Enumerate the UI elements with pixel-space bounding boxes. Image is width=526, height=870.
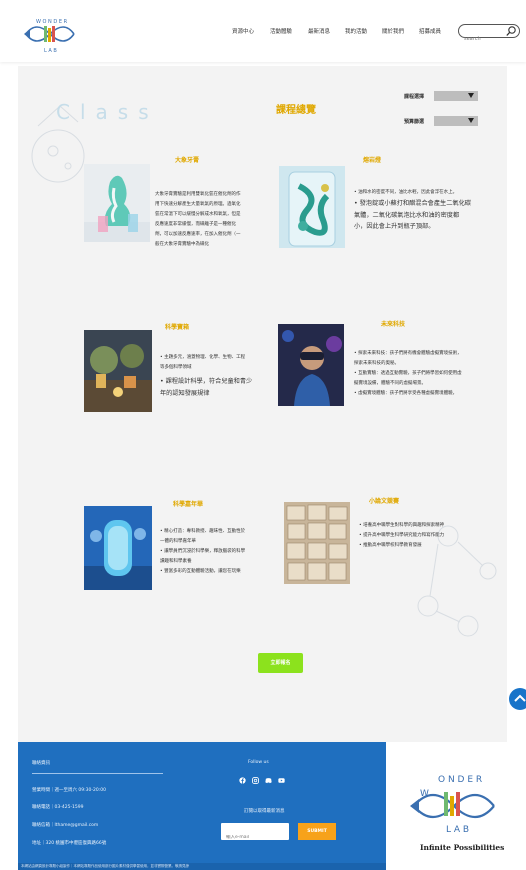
slogan: Infinite Possibilities — [420, 843, 505, 852]
desc-line: 年的認知發展規律 — [160, 389, 210, 397]
desc-line: • 豐富多彩的互動體驗活動，讓您在玩樂 — [160, 569, 241, 574]
search-input[interactable] — [464, 34, 504, 44]
desc-line: • 油和水的密度不同，油比水輕，因此會浮在水上。 — [354, 190, 458, 195]
logo-text-wonder: W O N D E R — [36, 19, 68, 25]
page-title: 課程總覽 — [276, 105, 316, 116]
course-description: 大象牙膏實驗是利用雙氧化氫在催化劑的作 用下快速分解產生大量氧氣的原理。過氧化 … — [155, 190, 285, 250]
course-title[interactable]: 科學寶箱 — [165, 322, 189, 331]
chevron-down-icon — [468, 118, 474, 123]
desc-line: 一體的科學嘉年華 — [160, 539, 196, 544]
nav-news[interactable]: 最新消息 — [308, 27, 330, 35]
email-field[interactable] — [221, 823, 289, 840]
desc-line: • 課程設計科學，符合兒童和青少 — [160, 378, 253, 385]
contact-hours: 營業時間｜週一至周六 09:30-20:00 — [32, 788, 106, 793]
site-header: W O N D E R L A B 資源中心 活動體驗 最新消息 我的活動 關於… — [0, 0, 526, 62]
desc-line: 氫在常溫下可以緩慢分解成水和氧氣，但是 — [155, 212, 241, 217]
submit-button[interactable]: SUBMIT — [298, 823, 336, 840]
chevron-down-icon — [468, 93, 474, 98]
course-title[interactable]: 大象牙膏 — [175, 155, 199, 164]
subscribe-title: 訂閱以取得最新消息 — [244, 809, 285, 814]
copyright-text: 本網站由網頁設計專題小組製作｜本網站專題作品使用部分圖片素材僅供學習使用，並非實… — [18, 863, 386, 870]
desc-line: • 主題多元，涵蓋物理、化學、生物、工程 — [160, 355, 246, 360]
course-image-elephant-toothpaste[interactable] — [84, 164, 150, 242]
chevron-up-icon — [514, 694, 526, 702]
desc-line: 小，因此會上升到瓶子頂部。 — [354, 223, 435, 230]
course-image-essay-contest[interactable] — [284, 502, 350, 584]
desc-line: • 探索未來科技：孩子們將有機會體驗虛擬實境技術， — [354, 351, 462, 356]
budget-filter-select[interactable] — [434, 116, 478, 126]
course-description-highlight: • 課程設計科學，符合兒童和青少 年的認知發展規律 — [160, 376, 290, 399]
course-title[interactable]: 熔岩燈 — [363, 155, 381, 164]
youtube-icon[interactable] — [278, 777, 285, 784]
course-title[interactable]: 科學嘉年華 — [173, 499, 203, 508]
desc-line: 反應速度非常緩慢，而碘離子是一種催化 — [155, 222, 236, 227]
contact-address: 地址｜320 桃園市中壢區復興路66號 — [32, 841, 107, 846]
course-image-future-tech[interactable] — [278, 324, 344, 406]
desc-line: • 發泡錠或小蘇打和醋混合會產生二氧化碳 — [354, 200, 471, 207]
search-icon[interactable] — [505, 25, 517, 37]
course-description: • 精心打造：專科教授、趣味性、互動性於 一體的科學嘉年華 • 讓學員們沉浸於科… — [160, 527, 290, 577]
budget-filter-label: 預算篩選 — [404, 119, 425, 125]
logo-text-onder: O N D E R — [438, 775, 482, 785]
course-description: • 培養高中職學生對科學的興趣和探索精神 • 提升高中職學生科學研究能力和寫作能… — [359, 521, 499, 551]
footer-divider — [32, 773, 163, 774]
desc-line: • 精心打造：專科教授、趣味性、互動性於 — [160, 529, 246, 534]
wonder-lab-logo[interactable]: W O N D E R L A B — [22, 14, 78, 54]
search-box[interactable] — [458, 24, 520, 44]
desc-line: 大象牙膏實驗是利用雙氧化氫在催化劑的作 — [155, 192, 241, 197]
course-title[interactable]: 小論文競賽 — [369, 496, 399, 505]
course-description: • 油和水的密度不同，油比水輕，因此會浮在水上。 — [354, 188, 504, 198]
desc-line: • 互動實驗：透過互動實驗，孩子們將學習如何使用虛 — [354, 371, 462, 376]
course-image-science-carnival[interactable] — [84, 506, 152, 590]
course-description-highlight: • 發泡錠或小蘇打和醋混合會產生二氧化碳 氣體，二氧化碳氣泡比水和油的密度都 小… — [354, 198, 504, 233]
nav-activities[interactable]: 活動體驗 — [270, 27, 292, 35]
footer-logo[interactable]: O N D E R W L A B — [408, 770, 500, 834]
class-background-word: Class — [56, 100, 159, 124]
desc-line: 讀趣和科學素養 — [160, 559, 192, 564]
follow-title: Follow us — [248, 760, 269, 765]
desc-line: 探索未來科技的奧秘。 — [354, 361, 399, 366]
course-description: • 探索未來科技：孩子們將有機會體驗虛擬實境技術， 探索未來科技的奧秘。 • 互… — [354, 349, 504, 399]
discord-icon[interactable] — [265, 777, 272, 784]
desc-line: 劑，可以加速反應速率，在加入催化劑（一 — [155, 232, 241, 237]
course-image-lava-lamp[interactable] — [279, 166, 345, 248]
nav-about[interactable]: 關於我們 — [382, 27, 404, 35]
desc-line: • 提升高中職學生科學研究能力和寫作能力 — [359, 533, 445, 538]
course-description: • 主題多元，涵蓋物理、化學、生物、工程 等多個科學領域 — [160, 353, 290, 373]
nav-my-activities[interactable]: 我的活動 — [345, 27, 367, 35]
facebook-icon[interactable] — [239, 777, 246, 784]
nav-resources[interactable]: 資源中心 — [232, 27, 254, 35]
course-filter-select[interactable] — [434, 91, 478, 101]
site-footer: 聯絡資訊 營業時間｜週一至周六 09:30-20:00 聯絡電話｜03-425-… — [18, 742, 386, 870]
course-filter-label: 課程選擇 — [404, 94, 425, 100]
contact-phone: 聯絡電話｜03-425-1599 — [32, 805, 84, 810]
email-input[interactable] — [226, 835, 286, 840]
back-to-top-button[interactable] — [509, 688, 526, 710]
main-content: Class 課程總覽 課程選擇 預算篩選 大象牙膏 大象牙膏實驗是利用雙氧化氫在… — [18, 66, 507, 742]
contact-title: 聯絡資訊 — [32, 761, 50, 766]
contact-email[interactable]: 聯絡信箱｜lthame@gmail.com — [32, 822, 98, 828]
desc-line: • 培養高中職學生對科學的興趣和探索精神 — [359, 523, 445, 528]
desc-line: • 推動高中職學校科學教育發展 — [359, 543, 422, 548]
desc-line: 氣體，二氧化碳氣泡比水和油的密度都 — [354, 211, 460, 219]
desc-line: • 虛擬實境體驗：孩子們將享受各種虛擬實境體驗， — [354, 391, 458, 396]
course-title[interactable]: 未來科技 — [381, 319, 405, 328]
desc-line: 等多個科學領域 — [160, 365, 192, 370]
instagram-icon[interactable] — [252, 777, 259, 784]
logo-text-lab: L A B — [44, 48, 57, 54]
register-now-button[interactable]: 立即報名 — [258, 653, 303, 673]
logo-text-w: W — [420, 789, 429, 799]
desc-line: 般在大象牙膏實驗中為碘化 — [155, 242, 209, 247]
course-image-science-box[interactable] — [84, 330, 152, 412]
nav-recruit[interactable]: 招募成員 — [419, 27, 441, 35]
desc-line: 用下快速分解產生大量氧氣的原理。過氧化 — [155, 202, 241, 207]
desc-line: 擬實境設備，體驗不同的虛擬場景。 — [354, 381, 426, 386]
desc-line: • 讓學員們沉浸於科學樂，釋放腦袋的科學 — [160, 549, 246, 554]
logo-text-lab: L A B — [446, 825, 469, 834]
